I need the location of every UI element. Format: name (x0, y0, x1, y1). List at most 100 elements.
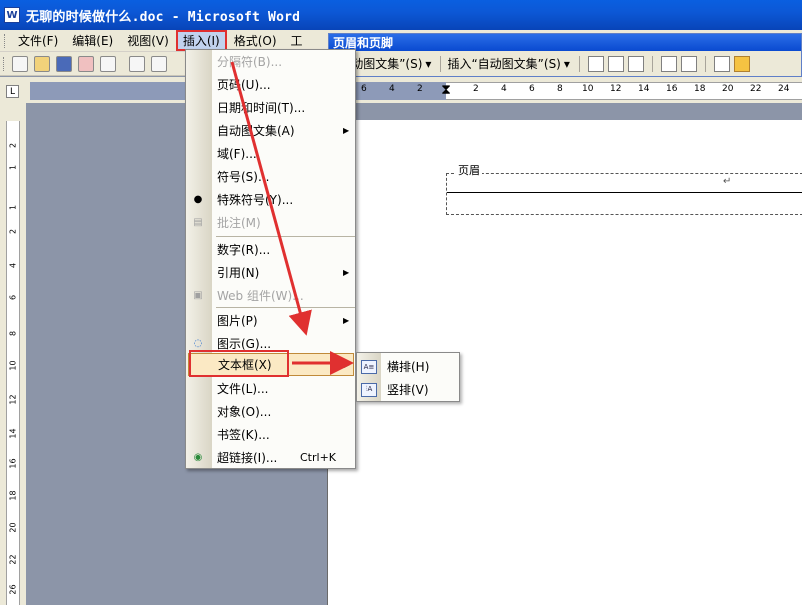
menu-view[interactable]: 视图(V) (120, 30, 176, 51)
insert-page-number-icon[interactable] (587, 55, 604, 72)
menu-item-file[interactable]: 文件(L)... (186, 377, 355, 400)
vruler-number: 1 (8, 204, 18, 211)
menu-item-object[interactable]: 对象(O)... (186, 400, 355, 423)
window-title: 无聊的时候做什么.doc - Microsoft Word (26, 9, 301, 25)
shortcut-label: Ctrl+K (300, 451, 337, 464)
vruler-number: 6 (8, 294, 18, 301)
ruler-number: 2 (417, 84, 423, 94)
menu-item-comment[interactable]: ▤ 批注(M) (186, 211, 355, 234)
menu-item-label: 页码(U)... (217, 78, 271, 92)
dropdown-arrow-icon[interactable]: ▾ (425, 57, 431, 71)
menu-item-label: 书签(K)... (217, 428, 270, 442)
menu-item-hyperlink[interactable]: ◉ 超链接(I)... Ctrl+K (186, 446, 355, 469)
vruler-number: 18 (8, 490, 18, 501)
ruler-number: 6 (529, 84, 535, 94)
ruler-number: 24 (778, 84, 790, 94)
dropdown-arrow-icon[interactable]: ▾ (564, 57, 570, 71)
menu-format[interactable]: 格式(O) (227, 30, 284, 51)
print-icon[interactable] (129, 55, 145, 72)
ruler-number: 10 (582, 84, 594, 94)
vruler-number: 2 (8, 228, 18, 235)
bullet-icon: ● (193, 194, 203, 205)
textbox-submenu: A≡ 横排(H) ⫶A 竖排(V) (356, 352, 460, 402)
menu-item-bookmark[interactable]: 书签(K)... (186, 423, 355, 446)
submenu-item-horizontal[interactable]: A≡ 横排(H) (357, 355, 459, 378)
ruler-number: 8 (557, 84, 563, 94)
ruler-number: 20 (722, 84, 734, 94)
menu-item-number[interactable]: 数字(R)... (186, 238, 355, 261)
menu-item-field[interactable]: 域(F)... (186, 142, 355, 165)
menu-item-label: 超链接(I)... (217, 451, 278, 465)
vruler-number: 12 (8, 394, 18, 405)
submenu-arrow-icon: ▶ (344, 360, 351, 369)
menu-item-date-time[interactable]: 日期和时间(T)... (186, 96, 355, 119)
open-folder-icon[interactable] (34, 55, 50, 72)
menu-file[interactable]: 文件(F) (11, 30, 65, 51)
menu-item-symbol[interactable]: 符号(S)... (186, 165, 355, 188)
annotation-highlight-box (189, 350, 289, 377)
vruler-number: 20 (8, 522, 18, 533)
format-page-number-icon[interactable] (627, 55, 644, 72)
menu-item-break[interactable]: 分隔符(B)... (186, 50, 355, 73)
menu-item-label: 批注(M) (217, 216, 261, 230)
menu-insert[interactable]: 插入(I) (175, 30, 227, 51)
vruler-number: 22 (8, 554, 18, 565)
page-setup-icon[interactable] (713, 55, 730, 72)
menubar-grip[interactable] (4, 33, 7, 48)
tab-selector[interactable]: L (6, 85, 19, 98)
menu-item-page-numbers[interactable]: 页码(U)... (186, 73, 355, 96)
menu-item-autotext[interactable]: 自动图文集(A) ▶ (186, 119, 355, 142)
hf-toolbar-title[interactable]: 页眉和页脚 (329, 34, 801, 51)
indent-marker-icon[interactable]: ⧗ (440, 79, 452, 101)
insert-menu: 分隔符(B)... 页码(U)... 日期和时间(T)... 自动图文集(A) … (185, 49, 356, 469)
menu-item-label: 文件(L)... (217, 382, 269, 396)
menu-item-label: Web 组件(W)... (217, 289, 304, 303)
print-preview-icon[interactable] (151, 55, 167, 72)
submenu-item-vertical[interactable]: ⫶A 竖排(V) (357, 378, 459, 401)
menu-item-picture[interactable]: 图片(P) ▶ (186, 309, 355, 332)
ruler-number: 14 (638, 84, 650, 94)
menu-item-label: 符号(S)... (217, 170, 270, 184)
submenu-arrow-icon: ▶ (343, 126, 350, 135)
submenu-arrow-icon: ▶ (343, 316, 350, 325)
insert-autotext-menu-button[interactable]: 插入“自动图文集”(S) (447, 55, 560, 72)
menu-item-label: 分隔符(B)... (217, 55, 283, 69)
insert-time-icon[interactable] (680, 55, 697, 72)
insert-page-count-icon[interactable] (607, 55, 624, 72)
menu-edit[interactable]: 编辑(E) (65, 30, 120, 51)
menu-tools[interactable]: 工 (284, 30, 310, 51)
vruler-number: 16 (8, 458, 18, 469)
ruler-number: 12 (610, 84, 622, 94)
header-label: 页眉 (456, 162, 482, 178)
header-area[interactable] (446, 173, 802, 215)
menu-item-label: 自动图文集(A) (217, 124, 295, 138)
horizontal-ruler[interactable]: L 6 4 2 ⧗ 2 4 6 8 10 12 14 16 18 20 22 2… (0, 77, 802, 103)
menu-item-label: 特殊符号(Y)... (217, 193, 294, 207)
web-component-icon: ▣ (193, 290, 203, 301)
show-hide-text-icon[interactable] (733, 55, 750, 72)
vertical-ruler[interactable]: 2 1 1 2 4 6 8 10 12 14 16 18 20 22 26 (0, 103, 26, 605)
menu-item-reference[interactable]: 引用(N) ▶ (186, 261, 355, 284)
vruler-number: 10 (8, 360, 18, 371)
save-icon[interactable] (56, 55, 72, 72)
menu-item-web-component[interactable]: ▣ Web 组件(W)... (186, 284, 355, 307)
submenu-arrow-icon: ▶ (343, 268, 350, 277)
word-app-icon[interactable]: W (4, 7, 20, 23)
vruler-number: 2 (8, 142, 18, 149)
menu-item-label: 域(F)... (217, 147, 257, 161)
menu-item-label: 引用(N) (217, 266, 260, 280)
new-document-icon[interactable] (12, 55, 28, 72)
menu-item-label: 日期和时间(T)... (217, 101, 306, 115)
menu-item-label: 对象(O)... (217, 405, 272, 419)
vruler-number: 4 (8, 262, 18, 269)
vruler-number: 26 (8, 584, 18, 595)
hyperlink-icon: ◉ (193, 452, 203, 463)
menu-item-special-symbol[interactable]: ● 特殊符号(Y)... (186, 188, 355, 211)
horizontal-textbox-icon: A≡ (361, 359, 377, 374)
permission-icon[interactable] (78, 55, 94, 72)
email-icon[interactable] (100, 55, 116, 72)
submenu-item-label: 竖排(V) (387, 383, 429, 397)
insert-date-icon[interactable] (660, 55, 677, 72)
toolbar-grip[interactable] (3, 56, 6, 71)
vertical-textbox-icon: ⫶A (361, 382, 377, 397)
